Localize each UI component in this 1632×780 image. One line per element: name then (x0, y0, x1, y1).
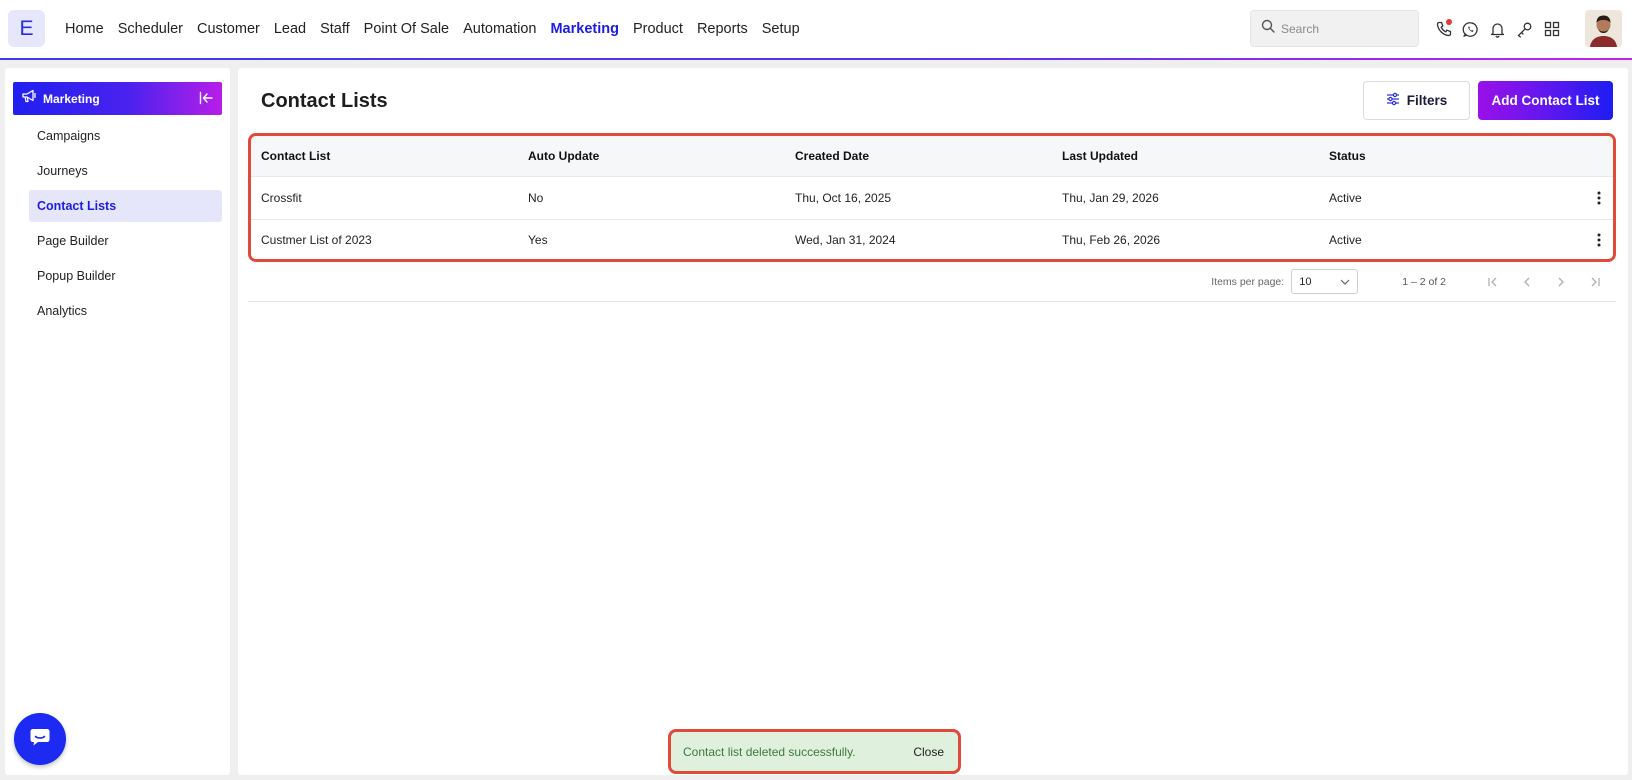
cell-contact-list: Crossfit (261, 191, 302, 205)
search-box (1250, 10, 1419, 47)
nav-item-automation[interactable]: Automation (463, 21, 536, 37)
table-row[interactable]: Crossfit No Thu, Oct 16, 2025 Thu, Jan 2… (251, 176, 1613, 219)
filters-label: Filters (1406, 93, 1448, 108)
column-header-auto-update[interactable]: Auto Update (518, 149, 785, 163)
main-nav: Home Scheduler Customer Lead Staff Point… (65, 0, 814, 58)
sidebar-item-analytics[interactable]: Analytics (29, 295, 222, 327)
sidebar-header: Marketing (13, 82, 222, 115)
column-header-created-date[interactable]: Created Date (785, 149, 1052, 163)
previous-page-icon[interactable] (1510, 269, 1544, 295)
nav-item-setup[interactable]: Setup (762, 21, 800, 37)
cell-created-date: Thu, Oct 16, 2025 (795, 191, 892, 205)
bell-icon[interactable] (1484, 16, 1511, 42)
first-page-icon[interactable] (1476, 269, 1510, 295)
nav-item-point-of-sale[interactable]: Point Of Sale (364, 21, 449, 37)
column-header-last-updated[interactable]: Last Updated (1052, 149, 1319, 163)
user-avatar[interactable] (1585, 10, 1622, 47)
next-page-icon[interactable] (1544, 269, 1578, 295)
cell-created-date: Wed, Jan 31, 2024 (795, 232, 896, 247)
nav-item-product[interactable]: Product (633, 21, 683, 37)
add-contact-list-button[interactable]: Add Contact List (1478, 81, 1613, 120)
cell-last-updated: Thu, Jan 29, 2026 (1062, 191, 1159, 205)
page-navigation (1476, 269, 1612, 295)
row-actions (1586, 230, 1613, 250)
nav-item-lead[interactable]: Lead (274, 21, 306, 37)
more-options-icon[interactable] (1591, 188, 1607, 208)
key-icon[interactable] (1511, 16, 1538, 42)
items-per-page-select[interactable]: 10 (1291, 269, 1359, 294)
topbar-accent-line (0, 58, 1632, 60)
sidebar-item-popup-builder[interactable]: Popup Builder (29, 260, 222, 292)
column-header-contact-list[interactable]: Contact List (251, 149, 518, 163)
search-input[interactable] (1281, 21, 1411, 36)
nav-item-staff[interactable]: Staff (320, 21, 350, 37)
nav-item-scheduler[interactable]: Scheduler (118, 21, 183, 37)
megaphone-icon (21, 89, 37, 108)
sliders-icon (1386, 92, 1407, 109)
nav-item-reports[interactable]: Reports (697, 21, 748, 37)
top-icons (1430, 16, 1565, 42)
chat-icon (29, 727, 51, 752)
toast-message: Contact list deleted successfully. (683, 744, 856, 759)
table-header: Contact List Auto Update Created Date La… (251, 136, 1613, 176)
chat-support-button[interactable] (14, 713, 66, 765)
sidebar-item-page-builder[interactable]: Page Builder (29, 225, 222, 257)
main-content: Contact Lists Filters Add Contact List C… (238, 68, 1628, 775)
whatsapp-icon[interactable] (1457, 16, 1484, 42)
cell-status: Active (1329, 232, 1362, 247)
sidebar: Marketing Campaigns Journeys Contact Lis… (5, 68, 230, 775)
contact-lists-table: Contact List Auto Update Created Date La… (248, 133, 1616, 262)
items-per-page-label: Items per page: (1211, 275, 1285, 288)
top-navbar: E Home Scheduler Customer Lead Staff Poi… (0, 0, 1632, 58)
paginator: Items per page: 10 1 – 2 of 2 (248, 262, 1616, 302)
last-page-icon[interactable] (1578, 269, 1612, 295)
cell-auto-update: No (528, 191, 544, 205)
cell-status: Active (1329, 191, 1362, 205)
page-range-label: 1 – 2 of 2 (1402, 275, 1446, 288)
nav-item-home[interactable]: Home (65, 21, 104, 37)
apps-grid-icon[interactable] (1538, 16, 1565, 42)
nav-item-customer[interactable]: Customer (197, 21, 260, 37)
sidebar-title: Marketing (43, 91, 100, 106)
row-actions (1586, 188, 1613, 208)
phone-icon[interactable] (1430, 16, 1457, 42)
filters-button[interactable]: Filters (1363, 81, 1470, 120)
sidebar-menu: Campaigns Journeys Contact Lists Page Bu… (29, 120, 222, 330)
column-header-status[interactable]: Status (1319, 149, 1586, 163)
cell-contact-list: Custmer List of 2023 (261, 232, 372, 247)
more-options-icon[interactable] (1591, 230, 1607, 250)
success-toast: Contact list deleted successfully. Close (668, 729, 961, 774)
notification-dot (1446, 19, 1452, 25)
toast-close-button[interactable]: Close (913, 745, 944, 759)
cell-last-updated: Thu, Feb 26, 2026 (1062, 232, 1161, 247)
sidebar-item-campaigns[interactable]: Campaigns (29, 120, 222, 152)
cell-auto-update: Yes (528, 232, 548, 247)
search-icon (1261, 19, 1275, 38)
app-logo[interactable]: E (8, 10, 45, 47)
sidebar-item-journeys[interactable]: Journeys (29, 155, 222, 187)
page-title: Contact Lists (261, 90, 388, 112)
chevron-down-icon (1340, 276, 1350, 288)
items-per-page-value: 10 (1299, 275, 1312, 288)
table-row[interactable]: Custmer List of 2023 Yes Wed, Jan 31, 20… (251, 219, 1613, 259)
collapse-sidebar-icon[interactable] (198, 90, 214, 106)
sidebar-item-contact-lists[interactable]: Contact Lists (29, 190, 222, 222)
nav-item-marketing[interactable]: Marketing (550, 21, 619, 37)
